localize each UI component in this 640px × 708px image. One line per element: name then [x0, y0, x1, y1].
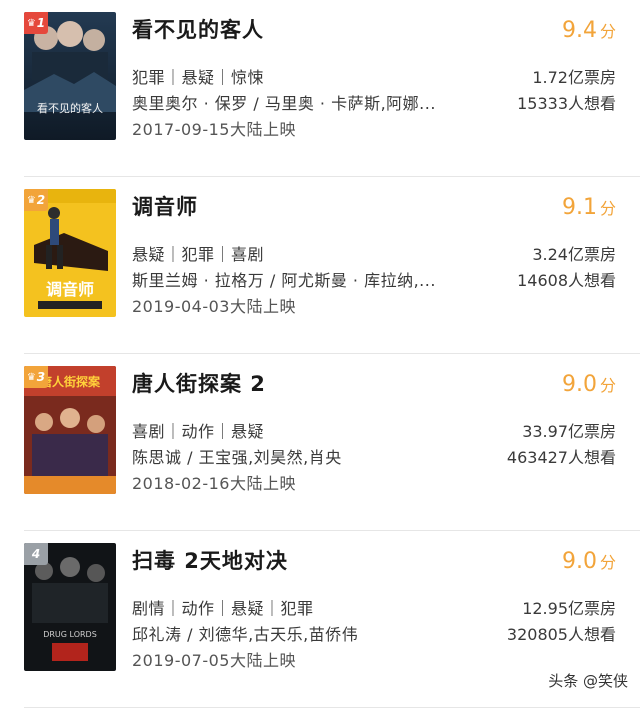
- movie-item[interactable]: 唐人街探案 ♛ 3 唐人街探案 2 9.0 分 喜剧｜动作｜悬疑 陈思诚 / 王宝强…: [0, 354, 640, 531]
- watermark-handle: @笑侠: [582, 672, 628, 690]
- movie-release-date: 2018-02-16大陆上映: [132, 474, 296, 493]
- rank-badge: ♛ 1: [24, 12, 48, 34]
- box-office: 3.24亿票房: [532, 245, 616, 264]
- movie-cast: 奥里奥尔 · 保罗 / 马里奥 · 卡萨斯,阿娜...: [132, 94, 436, 113]
- want-count: 14608人想看: [517, 271, 616, 290]
- movie-title[interactable]: 看不见的客人: [132, 14, 264, 44]
- box-office: 1.72亿票房: [532, 68, 616, 87]
- crown-icon: ♛: [26, 194, 36, 206]
- movie-genres: 悬疑｜犯罪｜喜剧: [132, 245, 265, 264]
- poster-title-text: DRUG LORDS: [43, 630, 97, 639]
- rank-badge: ♛ 2: [24, 189, 48, 211]
- movie-poster[interactable]: 调音师 ♛ 2: [24, 189, 116, 317]
- want-count: 463427人想看: [506, 448, 616, 467]
- movie-genres: 剧情｜动作｜悬疑｜犯罪: [132, 599, 314, 618]
- movie-cast: 斯里兰姆 · 拉格万 / 阿尤斯曼 · 库拉纳,...: [132, 271, 436, 290]
- watermark: 头条 @笑侠: [548, 670, 628, 691]
- box-office: 12.95亿票房: [522, 599, 616, 618]
- movie-release-date: 2017-09-15大陆上映: [132, 120, 296, 139]
- movie-cast: 陈思诚 / 王宝强,刘昊然,肖央: [132, 448, 342, 467]
- movie-release-date: 2019-04-03大陆上映: [132, 297, 296, 316]
- movie-title[interactable]: 调音师: [132, 191, 198, 221]
- movie-item[interactable]: 调音师 ♛ 2 调音师 9.1 分 悬疑｜犯罪｜喜剧 斯里兰姆 · 拉格万 / 阿尤…: [0, 177, 640, 354]
- rank-badge: ♛ 3: [24, 366, 48, 388]
- movie-item[interactable]: DRUG LORDS 4 扫毒 2天地对决 9.0 分 剧情｜动作｜悬疑｜犯罪 邱…: [0, 531, 640, 708]
- crown-icon: ♛: [26, 371, 36, 383]
- movie-poster[interactable]: DRUG LORDS 4: [24, 543, 116, 671]
- movie-genres: 喜剧｜动作｜悬疑: [132, 422, 265, 441]
- rank-badge: 4: [24, 543, 48, 565]
- movie-poster[interactable]: 看不见的客人 ♛ 1: [24, 12, 116, 140]
- want-count: 15333人想看: [517, 94, 616, 113]
- movie-genres: 犯罪｜悬疑｜惊悚: [132, 68, 265, 87]
- movie-release-date: 2019-07-05大陆上映: [132, 651, 296, 670]
- crown-icon: ♛: [26, 17, 36, 29]
- box-office: 33.97亿票房: [522, 422, 616, 441]
- movie-score: 9.4 分: [561, 18, 616, 43]
- poster-title-text: 唐人街探案: [40, 374, 101, 389]
- movie-item[interactable]: 看不见的客人 ♛ 1 看不见的客人 9.4 分 犯罪｜悬疑｜惊悚 奥里奥尔 · 保罗…: [0, 0, 640, 177]
- movie-score: 9.0 分: [561, 549, 616, 574]
- watermark-brand: 头条: [548, 672, 579, 690]
- poster-title-text: 看不见的客人: [37, 101, 103, 115]
- want-count: 320805人想看: [506, 625, 616, 644]
- poster-title-text: 调音师: [46, 280, 94, 299]
- movie-poster[interactable]: 唐人街探案 ♛ 3: [24, 366, 116, 494]
- movie-score: 9.0 分: [561, 372, 616, 397]
- movie-title[interactable]: 唐人街探案 2: [132, 368, 266, 398]
- movie-title[interactable]: 扫毒 2天地对决: [132, 545, 288, 575]
- movie-cast: 邱礼涛 / 刘德华,古天乐,苗侨伟: [132, 625, 359, 644]
- movie-score: 9.1 分: [561, 195, 616, 220]
